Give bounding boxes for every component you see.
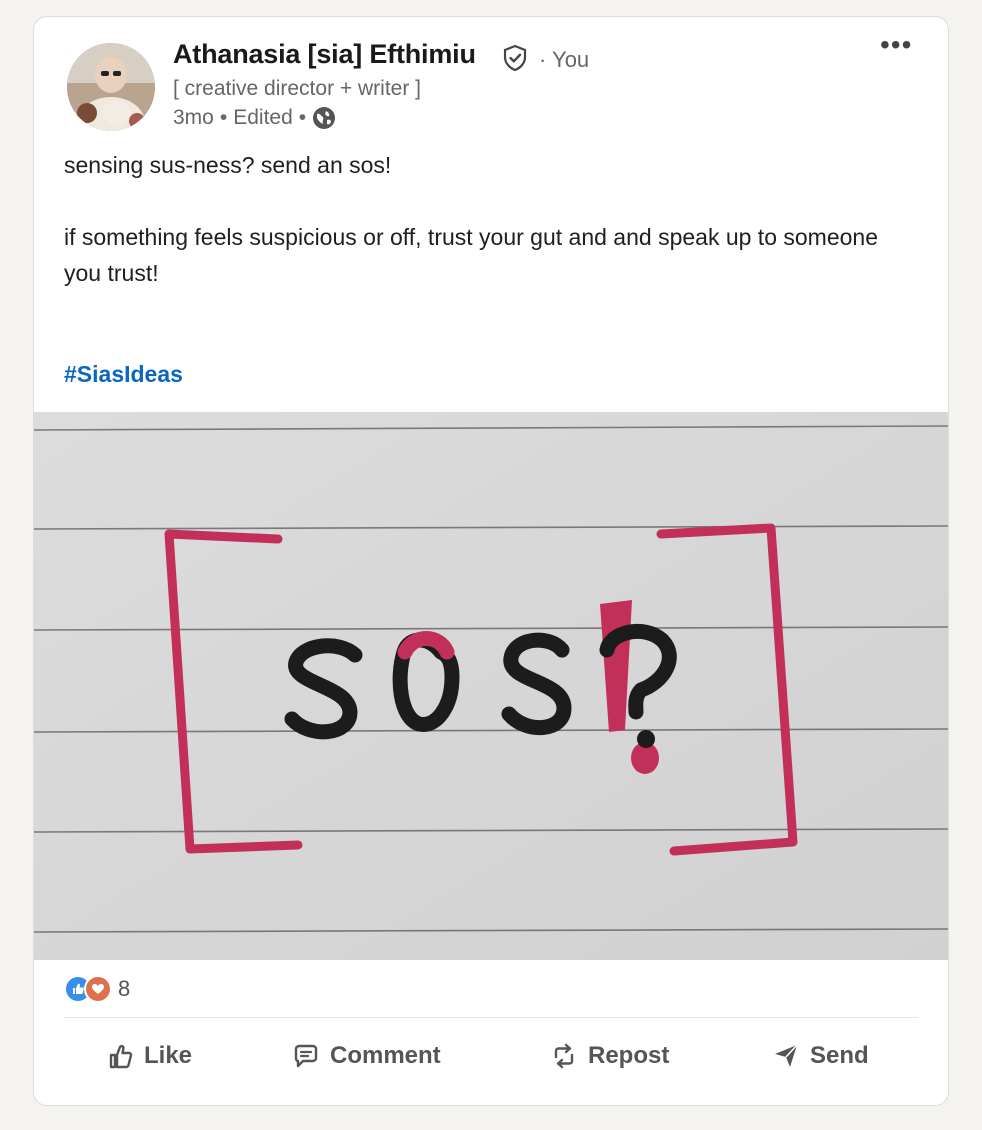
comment-icon: [294, 1044, 318, 1068]
meta-separator: •: [298, 106, 307, 129]
repost-label: Repost: [588, 1042, 670, 1069]
author-avatar[interactable]: [67, 43, 155, 131]
author-name[interactable]: Athanasia [sia] Efthimiu: [173, 39, 476, 70]
action-bar: Like Comment Repost Send: [34, 1042, 948, 1082]
post-meta: 3mo • Edited •: [173, 106, 336, 130]
like-label: Like: [144, 1042, 193, 1069]
post-image[interactable]: [34, 412, 948, 960]
like-button[interactable]: Like: [106, 1042, 192, 1070]
post-body: sensing sus-ness? send an sos! if someth…: [64, 147, 914, 291]
comment-label: Comment: [330, 1042, 441, 1069]
send-button[interactable]: Send: [772, 1042, 869, 1070]
meta-separator: •: [219, 106, 228, 129]
edited-label: Edited: [233, 106, 293, 129]
repost-button[interactable]: Repost: [550, 1042, 669, 1070]
author-headline: [ creative director + writer ]: [173, 77, 421, 100]
send-icon: [775, 1044, 798, 1067]
verified-shield-icon: [503, 44, 527, 72]
connection-label: · You: [539, 47, 590, 72]
more-options-icon[interactable]: •••: [880, 31, 912, 59]
comment-button[interactable]: Comment: [292, 1042, 441, 1070]
reaction-count: 8: [118, 976, 131, 1001]
reactions-summary[interactable]: 8: [64, 975, 130, 1003]
globe-icon: [313, 107, 336, 129]
post-card: Athanasia [sia] Efthimiu · You [ creativ…: [33, 16, 949, 1106]
post-time: 3mo: [173, 106, 214, 129]
post-line-1: sensing sus-ness? send an sos!: [64, 152, 392, 178]
send-label: Send: [810, 1042, 869, 1069]
repost-icon: [554, 1043, 574, 1069]
hashtag-link[interactable]: #SiasIdeas: [64, 361, 183, 388]
thumbs-up-icon: [109, 1044, 133, 1069]
post-line-2: if something feels suspicious or off, tr…: [64, 224, 878, 286]
divider: [64, 1017, 918, 1018]
love-reaction-icon: [84, 975, 112, 1003]
